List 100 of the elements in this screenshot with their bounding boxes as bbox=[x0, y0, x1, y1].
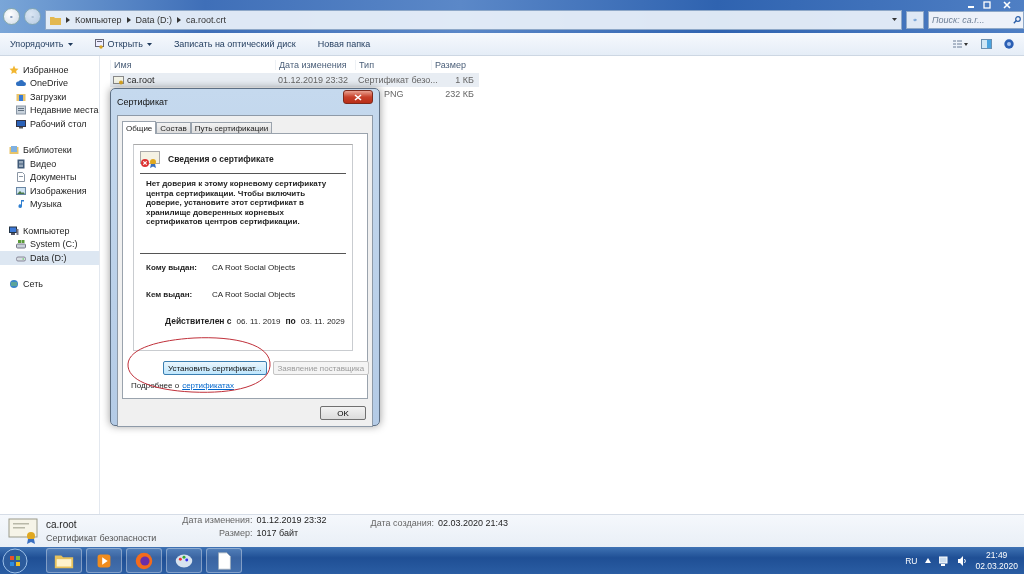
file-row[interactable]: ca.root 01.12.2019 23:32 Сертификат безо... 1 КБ bbox=[110, 73, 479, 87]
close-button[interactable] bbox=[343, 90, 373, 104]
preview-pane-icon[interactable] bbox=[981, 39, 992, 49]
validity-date: 03. 11. 2029 bbox=[300, 316, 345, 326]
column-header[interactable]: Имя bbox=[110, 60, 275, 70]
help-icon[interactable] bbox=[1004, 39, 1014, 49]
document-icon bbox=[16, 172, 26, 183]
breadcrumb[interactable]: Data (D:) bbox=[135, 14, 173, 25]
file-size: 232 КБ bbox=[445, 89, 474, 99]
certificate-error-icon bbox=[140, 150, 160, 168]
certificates-link[interactable]: сертификатах bbox=[182, 381, 235, 390]
sidebar-item[interactable]: Загрузки bbox=[0, 90, 99, 104]
warning-message: Нет доверия к этому корневому сертификату центра сертификации. Чтобы включить доверие, установите этот сертификат в хранилище доверенных корневых сертификатов центров сертификации. bbox=[140, 174, 346, 254]
sidebar-item[interactable]: Библиотеки bbox=[0, 143, 99, 157]
taskbar-button[interactable] bbox=[206, 548, 242, 573]
library-icon bbox=[9, 145, 19, 156]
music-note-icon bbox=[16, 199, 26, 210]
column-header[interactable]: Дата изменения bbox=[275, 60, 355, 70]
taskbar-button[interactable] bbox=[166, 548, 202, 573]
address-bar[interactable]: Компьютер Data (D:) ca.root.crt bbox=[45, 9, 902, 30]
taskbar-button[interactable] bbox=[86, 548, 122, 573]
breadcrumb-arrow-icon bbox=[177, 16, 182, 23]
network-icon bbox=[9, 279, 19, 290]
detail-label: Дата создания: bbox=[370, 517, 435, 528]
file-size: 1 КБ bbox=[455, 75, 474, 85]
file-type: PNG bbox=[384, 89, 404, 99]
detail-label: Размер: bbox=[218, 527, 253, 538]
sidebar-item[interactable]: Избранное bbox=[0, 63, 99, 77]
sidebar-item[interactable]: Сеть bbox=[0, 277, 99, 291]
dialog-title: Сертификат bbox=[117, 97, 168, 107]
sidebar-item[interactable]: Рабочий стол bbox=[0, 117, 99, 131]
dropdown-caret-icon bbox=[67, 42, 73, 46]
back-button[interactable] bbox=[3, 8, 20, 25]
recent-places-icon bbox=[16, 105, 26, 116]
sidebar-item[interactable]: Видео bbox=[0, 157, 99, 171]
cloud-icon bbox=[16, 78, 26, 89]
detail-value: 01.12.2019 23:32 bbox=[256, 514, 327, 525]
sidebar-item[interactable]: Data (D:) bbox=[0, 251, 99, 265]
computer-icon bbox=[9, 225, 19, 236]
drive-icon bbox=[16, 239, 26, 250]
breadcrumb-arrow-icon bbox=[126, 16, 131, 23]
file-type: Сертификат безо... bbox=[358, 75, 438, 85]
validity-label: Действителен с bbox=[165, 316, 232, 326]
breadcrumb[interactable]: ca.root.crt bbox=[186, 14, 227, 25]
taskbar-button[interactable] bbox=[46, 548, 82, 573]
sidebar-item[interactable]: Документы bbox=[0, 170, 99, 184]
column-header[interactable]: Размер bbox=[431, 60, 479, 70]
network-icon[interactable] bbox=[939, 555, 950, 566]
sidebar-item[interactable]: Изображения bbox=[0, 184, 99, 198]
dropdown-caret-icon bbox=[146, 42, 152, 46]
ok-button[interactable]: OK bbox=[320, 406, 366, 420]
certificate-icon bbox=[94, 39, 104, 49]
install-certificate-button[interactable]: Установить сертификат... bbox=[163, 361, 267, 375]
sidebar-item[interactable]: Недавние места bbox=[0, 103, 99, 117]
maximize-icon[interactable] bbox=[980, 0, 994, 10]
dropdown-caret-icon bbox=[892, 18, 897, 21]
toolbar-button[interactable]: Новая папка bbox=[317, 39, 371, 49]
folder-icon bbox=[16, 91, 26, 102]
field-value: CA Root Social Objects bbox=[212, 290, 296, 299]
sidebar-item[interactable]: Компьютер bbox=[0, 224, 99, 238]
sidebar-item[interactable]: Музыка bbox=[0, 197, 99, 211]
file-type: Сертификат безопасности bbox=[46, 533, 157, 543]
breadcrumb[interactable]: Компьютер bbox=[75, 14, 122, 25]
detail-value: 02.03.2020 21:43 bbox=[438, 517, 509, 528]
column-header[interactable]: Тип bbox=[355, 60, 431, 70]
file-date: 01.12.2019 23:32 bbox=[278, 75, 349, 85]
dialog-heading: Сведения о сертификате bbox=[168, 154, 274, 164]
language-indicator[interactable]: RU bbox=[905, 555, 918, 566]
sidebar-item[interactable]: OneDrive bbox=[0, 76, 99, 90]
film-icon bbox=[16, 158, 26, 169]
field-label: Кем выдан: bbox=[146, 290, 194, 299]
image-icon bbox=[16, 185, 26, 196]
toolbar-button[interactable]: Открыть bbox=[94, 39, 152, 49]
star-icon bbox=[9, 64, 19, 75]
certificate-file-icon bbox=[113, 75, 124, 85]
toolbar-button[interactable]: Упорядочить bbox=[10, 39, 73, 49]
view-options-icon[interactable] bbox=[953, 39, 969, 49]
refresh-button[interactable] bbox=[906, 10, 924, 29]
field-value: CA Root Social Objects bbox=[212, 263, 296, 272]
tray-arrow-icon[interactable] bbox=[925, 558, 932, 563]
clock[interactable]: 21:49 02.03.2020 bbox=[975, 549, 1018, 572]
tab[interactable]: Общие bbox=[122, 121, 157, 134]
taskbar-button[interactable] bbox=[126, 548, 162, 573]
breadcrumb-arrow-icon bbox=[66, 16, 70, 23]
detail-value: 1017 байт bbox=[256, 527, 300, 538]
sidebar-item[interactable]: System (C:) bbox=[0, 237, 99, 251]
start-button-icon[interactable] bbox=[2, 547, 28, 574]
file-name: ca.root bbox=[46, 519, 78, 530]
folder-icon bbox=[50, 14, 61, 25]
validity-date: 06. 11. 2019 bbox=[236, 316, 281, 326]
validity-label: по bbox=[285, 316, 296, 326]
detail-label: Дата изменения: bbox=[182, 514, 253, 525]
file-name: ca.root bbox=[127, 75, 155, 85]
desktop-icon bbox=[16, 118, 26, 129]
certificate-icon bbox=[8, 518, 38, 544]
toolbar-button[interactable]: Записать на оптический диск bbox=[173, 39, 296, 49]
close-icon bbox=[354, 93, 362, 101]
search-field[interactable]: Поиск: ca.r... bbox=[928, 10, 1024, 29]
field-label: Кому выдан: bbox=[146, 263, 198, 272]
speaker-icon[interactable] bbox=[957, 555, 968, 566]
